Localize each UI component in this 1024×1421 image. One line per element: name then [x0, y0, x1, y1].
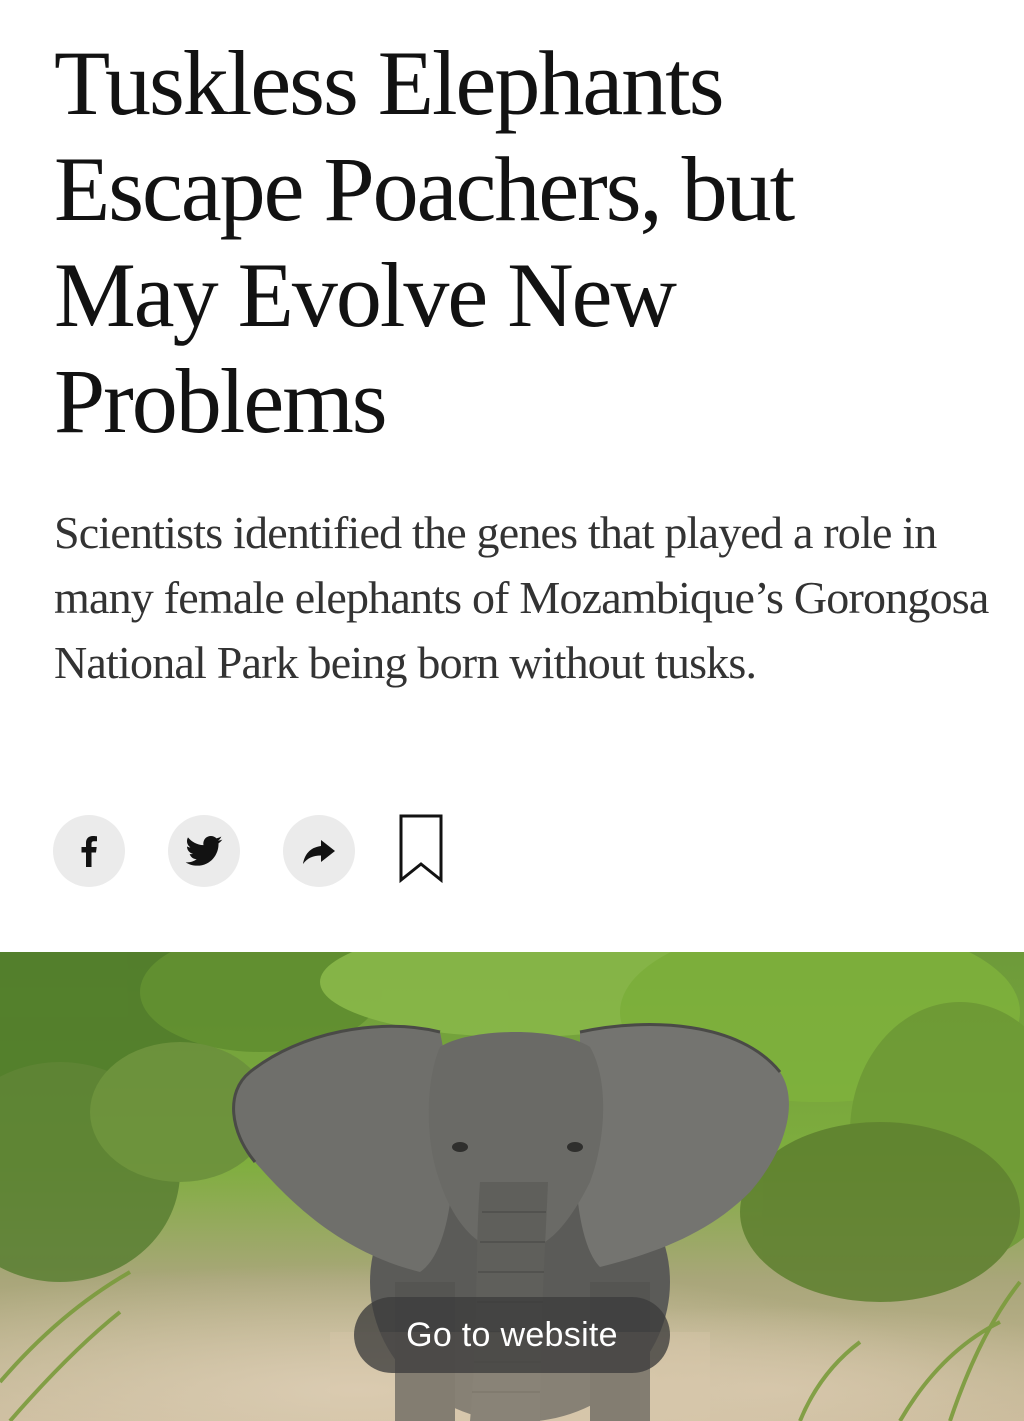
- facebook-icon: [69, 831, 109, 871]
- facebook-share-button[interactable]: [53, 815, 125, 887]
- share-toolbar: [53, 814, 444, 889]
- share-arrow-icon: [300, 832, 338, 870]
- bookmark-button[interactable]: [398, 814, 444, 889]
- bookmark-icon: [398, 814, 444, 889]
- twitter-icon: [184, 831, 224, 871]
- article-summary: Scientists identified the genes that pla…: [54, 507, 989, 688]
- go-to-website-button[interactable]: Go to website: [354, 1297, 670, 1373]
- twitter-share-button[interactable]: [168, 815, 240, 887]
- share-button[interactable]: [283, 815, 355, 887]
- article-headline: Tuskless Elephants Escape Poachers, but …: [54, 32, 795, 452]
